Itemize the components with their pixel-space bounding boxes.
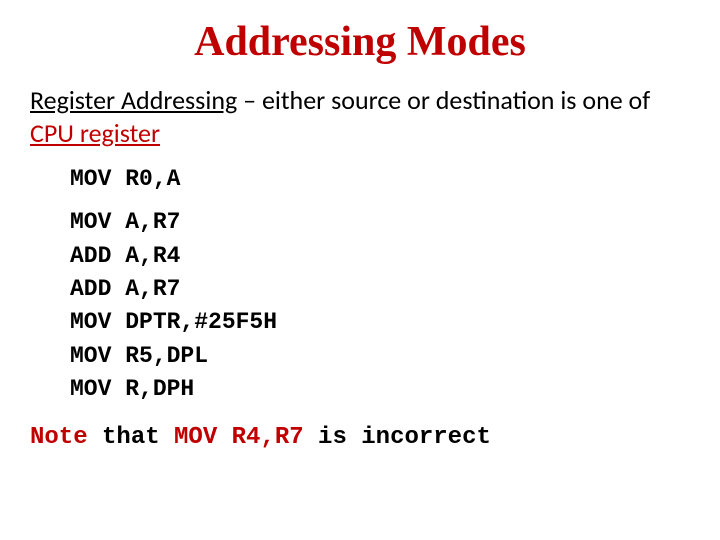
code-line-4: MOV DPTR,#25F5H [70, 306, 690, 339]
addressing-mode-name: Register Addressing [30, 84, 237, 116]
intro-paragraph: Register Addressing – either source or d… [30, 84, 690, 149]
code-line-0: MOV R0,A [70, 163, 690, 196]
note-keyword: Note [30, 424, 88, 451]
note-text-2: is incorrect [304, 424, 491, 451]
code-line-1: MOV A,R7 [70, 206, 690, 239]
cpu-register-term: CPU register [30, 117, 160, 149]
code-line-2: ADD A,R4 [70, 240, 690, 273]
note-line: Note that MOV R4,R7 is incorrect [30, 424, 690, 451]
code-line-3: ADD A,R7 [70, 273, 690, 306]
intro-text: either source or destination is one of [262, 84, 650, 116]
code-block: MOV R0,A MOV A,R7 ADD A,R4 ADD A,R7 MOV … [70, 163, 690, 406]
note-text-1: that [88, 424, 174, 451]
page-title: Addressing Modes [30, 18, 690, 66]
note-bad-instruction: MOV R4,R7 [174, 424, 304, 451]
code-line-6: MOV R,DPH [70, 373, 690, 406]
code-line-5: MOV R5,DPL [70, 340, 690, 373]
dash-separator: – [237, 84, 262, 116]
